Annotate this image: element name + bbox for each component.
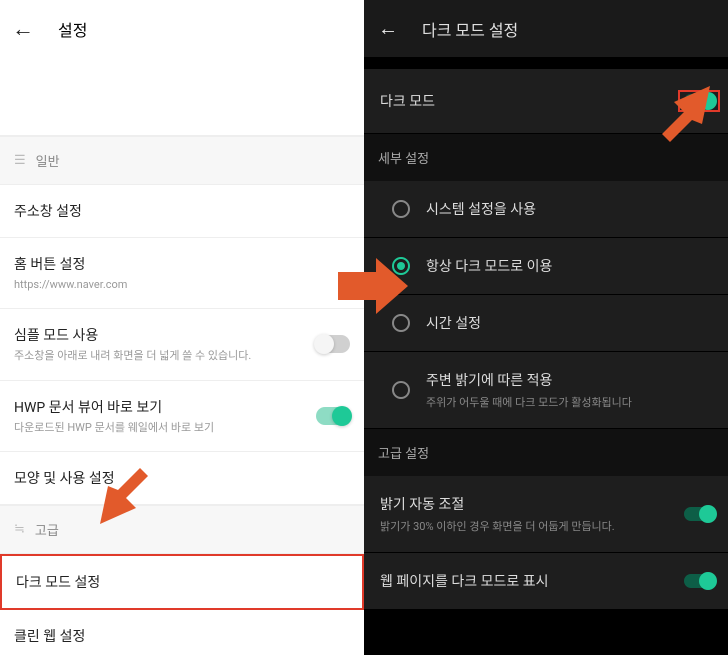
radio-icon-selected xyxy=(392,257,410,275)
item-label: 웹 페이지를 다크 모드로 표시 xyxy=(380,571,548,591)
settings-panel-light: ← 설정 ☰ 일반 주소창 설정 홈 버튼 설정 https://www.nav… xyxy=(0,0,364,655)
section-label: 일반 xyxy=(36,151,60,170)
item-label: 밝기 자동 조절 xyxy=(380,494,615,514)
item-hwp-viewer[interactable]: HWP 문서 뷰어 바로 보기 다운로드된 HWP 문서를 웨일에서 바로 보기 xyxy=(0,381,364,452)
spacer xyxy=(0,58,364,136)
back-arrow-icon[interactable]: ← xyxy=(378,16,398,41)
item-label: 모양 및 사용 설정 xyxy=(14,468,350,488)
back-arrow-icon[interactable]: ← xyxy=(12,16,34,42)
item-simple-mode[interactable]: 심플 모드 사용 주소창을 아래로 내려 화면을 더 넓게 쓸 수 있습니다. xyxy=(0,309,364,380)
item-dark-mode-toggle[interactable]: 다크 모드 xyxy=(364,69,728,134)
item-sublabel: 주소창을 아래로 내려 화면을 더 넓게 쓸 수 있습니다. xyxy=(14,349,350,363)
item-label: 심플 모드 사용 xyxy=(14,325,350,345)
item-label: 클린 웹 설정 xyxy=(14,626,350,646)
item-appearance[interactable]: 모양 및 사용 설정 xyxy=(0,452,364,505)
section-header-advanced: ≒ 고급 xyxy=(0,505,364,554)
radio-time[interactable]: 시간 설정 xyxy=(364,295,728,352)
section-label: 고급 xyxy=(35,520,59,539)
item-sublabel: https://www.naver.com xyxy=(14,278,350,292)
section-header-advanced: 고급 설정 xyxy=(364,429,728,476)
radio-label: 항상 다크 모드로 이용 xyxy=(426,256,552,276)
item-webpage-dark[interactable]: 웹 페이지를 다크 모드로 표시 xyxy=(364,553,728,610)
toggle-hwp[interactable] xyxy=(316,407,350,425)
toggle-webpage-dark[interactable] xyxy=(684,574,714,588)
radio-icon xyxy=(392,314,410,332)
item-label: 홈 버튼 설정 xyxy=(14,254,350,274)
item-label: 다크 모드 xyxy=(380,91,435,111)
radio-icon xyxy=(392,381,410,399)
radio-label: 주변 밝기에 따른 적용 xyxy=(426,370,632,390)
dark-mode-settings-panel: ← 다크 모드 설정 다크 모드 세부 설정 시스템 설정을 사용 항상 다크 … xyxy=(364,0,728,655)
radio-label: 시간 설정 xyxy=(426,313,481,333)
item-dark-mode-settings[interactable]: 다크 모드 설정 xyxy=(0,554,364,610)
item-clean-web[interactable]: 클린 웹 설정 xyxy=(0,610,364,655)
radio-always[interactable]: 항상 다크 모드로 이용 xyxy=(364,238,728,295)
header: ← 다크 모드 설정 xyxy=(364,0,728,57)
toggle-dark-mode[interactable] xyxy=(684,94,714,108)
highlight-annotation xyxy=(678,90,720,112)
item-home-button[interactable]: 홈 버튼 설정 https://www.naver.com xyxy=(0,238,364,309)
item-sublabel: 다운로드된 HWP 문서를 웨일에서 바로 보기 xyxy=(14,421,350,435)
page-title: 설정 xyxy=(58,17,87,41)
item-label: HWP 문서 뷰어 바로 보기 xyxy=(14,397,350,417)
radio-system[interactable]: 시스템 설정을 사용 xyxy=(364,181,728,238)
header: ← 설정 xyxy=(0,0,364,58)
spacer xyxy=(364,57,728,69)
radio-sublabel: 주위가 어두울 때에 다크 모드가 활성화됩니다 xyxy=(426,394,632,410)
toggle-simple-mode[interactable] xyxy=(316,335,350,353)
list-icon: ☰ xyxy=(14,153,26,168)
item-auto-brightness[interactable]: 밝기 자동 조절 밝기가 30% 이하인 경우 화면을 더 어둡게 만듭니다. xyxy=(364,476,728,553)
item-sublabel: 밝기가 30% 이하인 경우 화면을 더 어둡게 만듭니다. xyxy=(380,518,615,534)
item-addressbar[interactable]: 주소창 설정 xyxy=(0,185,364,238)
radio-icon xyxy=(392,200,410,218)
toggle-auto-brightness[interactable] xyxy=(684,507,714,521)
section-header-detail: 세부 설정 xyxy=(364,134,728,181)
sliders-icon: ≒ xyxy=(14,522,25,537)
radio-label: 시스템 설정을 사용 xyxy=(426,199,536,219)
item-label: 주소창 설정 xyxy=(14,201,350,221)
item-label: 다크 모드 설정 xyxy=(16,572,348,592)
radio-ambient[interactable]: 주변 밝기에 따른 적용 주위가 어두울 때에 다크 모드가 활성화됩니다 xyxy=(364,352,728,429)
page-title: 다크 모드 설정 xyxy=(422,17,518,41)
section-header-general: ☰ 일반 xyxy=(0,136,364,185)
